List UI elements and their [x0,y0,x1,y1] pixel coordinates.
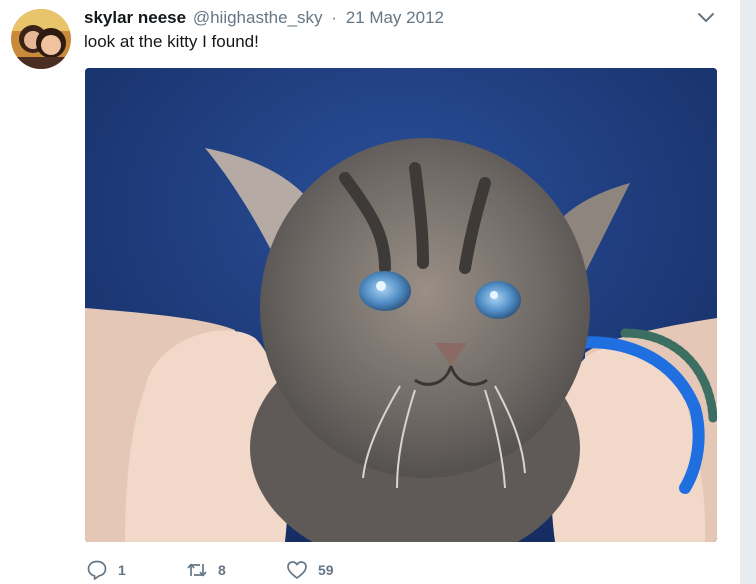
tweet-date[interactable]: 21 May 2012 [346,8,444,27]
user-handle[interactable]: @hiighasthe_sky [193,8,323,27]
avatar[interactable] [11,9,71,69]
more-options-button[interactable] [696,10,716,26]
display-name[interactable]: skylar neese [84,8,186,27]
scrollbar-track[interactable] [740,0,756,584]
retweet-button[interactable]: 8 [186,558,226,582]
like-count: 59 [318,562,334,578]
tweet-media[interactable] [85,68,717,542]
reply-icon [87,560,107,580]
kitten-photo [85,68,717,542]
tweet: skylar neese @hiighasthe_sky · 21 May 20… [0,0,740,584]
avatar-image [11,9,71,69]
retweet-count: 8 [218,562,226,578]
tweet-text: look at the kitty I found! [84,32,259,51]
chevron-down-icon [698,13,714,22]
heart-icon [287,561,307,579]
tweet-header: skylar neese @hiighasthe_sky · 21 May 20… [84,8,444,28]
reply-button[interactable]: 1 [86,558,126,582]
reply-count: 1 [118,562,126,578]
separator-dot: · [331,8,337,27]
like-button[interactable]: 59 [286,558,334,582]
retweet-icon [187,563,207,577]
